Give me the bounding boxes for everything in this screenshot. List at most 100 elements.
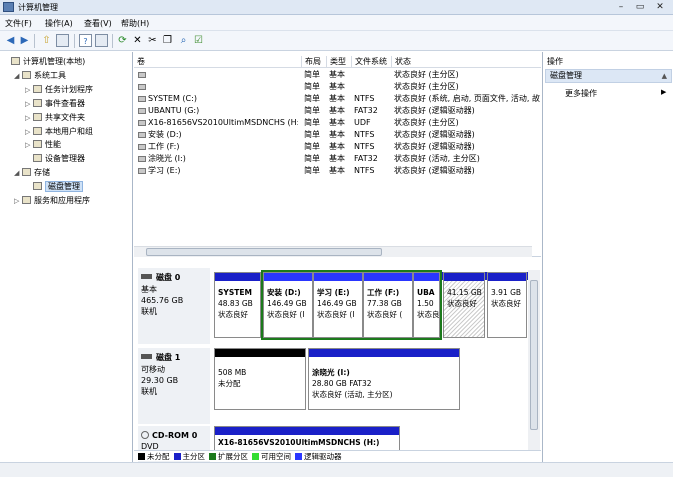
tree-item[interactable]: ▷ 本地用户和组 [25,125,93,138]
volume-row[interactable]: 安装 (D:) 简单 基本 NTFS 状态良好 (逻辑驱动器) [134,129,541,141]
tree-item[interactable]: ▷ 性能 [25,138,61,151]
scroll-thumb[interactable] [530,280,538,430]
volume-layout: 简单 [304,118,320,127]
tree-item[interactable]: 磁盘管理 [25,180,83,193]
volume-layout: 简单 [304,94,320,103]
menu-action[interactable]: 操作(A) [45,18,73,29]
volume-type: 基本 [329,142,345,151]
volume-row[interactable]: UBANTU (G:) 简单 基本 FAT32 状态良好 (逻辑驱动器) [134,105,541,117]
expander-icon[interactable]: ▷ [25,84,33,97]
tree-item[interactable]: ▷ 任务计划程序 [25,83,93,96]
tree-item-label: 磁盘管理 [45,181,83,193]
actions-section-disk-management[interactable]: 磁盘管理 ▲ [545,69,672,83]
close-button[interactable]: ✕ [650,1,670,13]
tree-item[interactable]: ◢ 系统工具 [14,69,66,82]
column-status[interactable]: 状态 [391,56,541,68]
volume-row[interactable]: 工作 (F:) 简单 基本 NTFS 状态良好 (逻辑驱动器) [134,141,541,153]
legend-label: 可用空间 [261,452,291,461]
legend-label: 主分区 [182,452,206,461]
maximize-button[interactable]: ▭ [631,1,649,13]
vertical-scrollbar[interactable] [528,270,540,450]
volume-row[interactable]: X16-81656VS2010UltimMSDNCHS (H:) 简单 基本 UDF 状… [134,117,541,129]
disk0-partition[interactable]: 3.91 GB 状态良好 [487,272,527,338]
up-icon[interactable]: ⇧ [40,34,53,47]
expander-icon[interactable]: ▷ [14,195,22,208]
check-icon[interactable]: ☑ [192,34,205,47]
partition-size: 48.83 GB [218,299,253,308]
expander-icon[interactable]: ▷ [25,98,33,111]
volume-fs: NTFS [354,166,375,175]
more-actions[interactable]: 更多操作 [565,88,597,99]
volume-name: 安装 (D:) [148,130,182,139]
menu-file[interactable]: 文件(F) [5,18,32,29]
legend-swatch [295,453,302,460]
performance-icon [33,140,42,149]
tree-item[interactable]: 设备管理器 [25,152,85,165]
volume-name: X16-81656VS2010UltimMSDNCHS (H:) [148,118,298,127]
volume-type: 基本 [329,130,345,139]
expander-icon[interactable]: ▷ [25,139,33,152]
volume-name: UBANTU (G:) [148,106,200,115]
tree-item[interactable]: 计算机管理(本地) [3,55,85,68]
horizontal-scrollbar[interactable] [134,246,532,257]
column-filesystem[interactable]: 文件系统 [351,56,391,68]
scroll-thumb[interactable] [146,248,382,256]
volume-type: 基本 [329,166,345,175]
minimize-button[interactable]: – [612,1,630,13]
back-icon[interactable]: ◀ [4,34,17,47]
column-volume[interactable]: 卷 [134,56,301,68]
volume-row[interactable]: 学习 (E:) 简单 基本 NTFS 状态良好 (逻辑驱动器) [134,165,541,177]
volume-row[interactable]: 简单 基本 状态良好 (主分区) [134,69,541,81]
volume-layout: 简单 [304,142,320,151]
tree-item[interactable]: ▷ 共享文件夹 [25,111,85,124]
expander-icon[interactable]: ▷ [25,112,33,125]
volume-layout: 简单 [304,82,320,91]
search-icon[interactable]: ⌕ [177,34,190,47]
status-bar [0,462,673,477]
partition-size: 508 MB [218,368,247,377]
services-icon [22,196,31,204]
collapse-icon[interactable]: ▲ [662,70,667,82]
tree-item-label: 计算机管理(本地) [23,57,86,66]
partition-size: 41.15 GB [447,288,482,297]
disk0-partition[interactable]: 41.15 GB 状态良好 [443,272,485,338]
partition-size: 3.91 GB [491,288,522,297]
disk1-partition[interactable]: 涂晓光 (I:) 28.80 GB FAT32 状态良好 (活动, 主分区) [308,348,460,410]
forward-icon[interactable]: ▶ [18,34,31,47]
volume-row[interactable]: 简单 基本 状态良好 (主分区) [134,81,541,93]
expander-icon[interactable]: ▷ [25,126,33,139]
cut-icon[interactable]: ✂ [146,34,159,47]
legend-swatch [173,453,181,460]
column-type[interactable]: 类型 [326,56,351,68]
legend-swatch [252,453,259,460]
volume-status: 状态良好 (主分区) [394,70,459,79]
tree-item[interactable]: ◢ 存储 [14,166,50,179]
properties-icon[interactable] [95,34,108,47]
volume-row[interactable]: 涂晓光 (I:) 简单 基本 FAT32 状态良好 (活动, 主分区) [134,153,541,165]
volume-type: 基本 [329,70,345,79]
tree-item[interactable]: ▷ 事件查看器 [25,97,85,110]
volume-status: 状态良好 (主分区) [394,118,459,127]
partition-label: SYSTEM [218,288,252,297]
column-layout[interactable]: 布局 [301,56,326,68]
help-icon[interactable]: ? [79,34,92,47]
clock-icon [33,84,42,93]
menu-help[interactable]: 帮助(H) [121,18,149,29]
volume-type: 基本 [329,154,345,163]
tree-item[interactable]: ▷ 服务和应用程序 [14,194,90,207]
menu-view[interactable]: 查看(V) [84,18,112,29]
expander-icon[interactable]: ◢ [14,167,22,180]
disk1-partition[interactable]: 508 MB 未分配 [214,348,306,410]
chevron-right-icon[interactable]: ▶ [661,88,666,96]
refresh-icon[interactable]: ⟳ [116,34,129,47]
disk1-label[interactable]: 磁盘 1 可移动 29.30 GB 联机 [138,348,210,424]
disk0-partition[interactable]: SYSTEM 48.83 GB 状态良好 [214,272,261,338]
volume-row[interactable]: SYSTEM (C:) 简单 基本 NTFS 状态良好 (系统, 启动, 页面文件, 活… [134,93,541,105]
expander-icon[interactable]: ◢ [14,70,22,83]
delete-icon[interactable]: ✕ [131,34,144,47]
tools-icon [22,70,31,79]
disk0-label[interactable]: 磁盘 0 基本 465.76 GB 联机 [138,268,210,344]
volume-status: 状态良好 (逻辑驱动器) [394,130,475,139]
show-hide-tree-icon[interactable] [56,34,69,47]
copy-icon[interactable]: ❐ [161,34,174,47]
